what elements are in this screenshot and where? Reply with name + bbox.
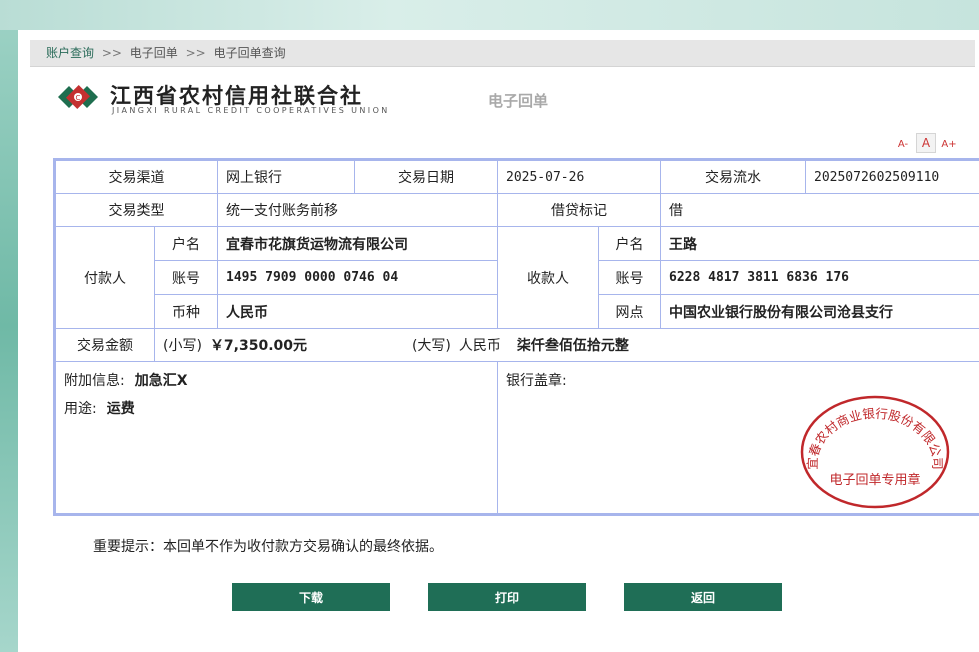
extra-info-line: 附加信息: 加急汇X (64, 370, 188, 390)
payer-label: 付款人 (55, 226, 155, 329)
svg-text:C: C (76, 94, 81, 102)
amount-row: (小写) ￥7,350.00元 (大写) 人民币 柒仟叁佰伍拾元整 (154, 328, 979, 362)
channel-label: 交易渠道 (55, 160, 218, 194)
breadcrumb-separator: >> (101, 46, 122, 60)
purpose-value: 运费 (106, 401, 135, 417)
payee-branch-label: 网点 (598, 294, 661, 329)
print-button[interactable]: 打印 (428, 583, 586, 611)
payee-label: 收款人 (497, 226, 599, 329)
type-value: 统一支付账务前移 (217, 193, 498, 227)
main-panel: 账户查询 >> 电子回单 >> 电子回单查询 C 江西省农村信用社联合社 JIA… (18, 30, 979, 652)
date-label: 交易日期 (354, 160, 498, 194)
bank-stamp-label: 银行盖章: (506, 373, 567, 389)
channel-value: 网上银行 (217, 160, 355, 194)
bank-logo: C 江西省农村信用社联合社 JIANGXI RURAL CREDIT COOPE… (56, 78, 436, 118)
breadcrumb-e-receipt: 电子回单 (129, 46, 178, 60)
seal-ring-text: 宜春农村商业银行股份有限公司 (805, 406, 945, 470)
dc-label: 借贷标记 (497, 193, 661, 227)
payer-currency-value: 人民币 (217, 294, 498, 329)
amount-small-value: ￥7,350.00元 (209, 338, 308, 354)
amount-big-currency: 人民币 (458, 338, 501, 354)
font-size-controls: A- A A+ (890, 133, 958, 154)
back-button[interactable]: 返回 (624, 583, 782, 611)
payee-account-value: 6228 4817 3811 6836 176 (660, 260, 979, 295)
dc-value: 借 (660, 193, 979, 227)
bank-seal: 宜春农村商业银行股份有限公司 电子回单专用章 (800, 395, 950, 509)
breadcrumb-e-receipt-query: 电子回单查询 (213, 46, 286, 60)
type-label: 交易类型 (55, 193, 218, 227)
logo-english-name: JIANGXI RURAL CREDIT COOPERATIVES UNION (112, 106, 390, 115)
payer-account-value: 1495 7909 0000 0746 04 (217, 260, 498, 295)
date-value: 2025-07-26 (497, 160, 661, 194)
payer-currency-label: 币种 (154, 294, 218, 329)
serial-label: 交易流水 (660, 160, 806, 194)
extra-info-value: 加急汇X (134, 373, 188, 389)
extra-info-cell: 附加信息: 加急汇X 用途: 运费 (55, 361, 498, 514)
payer-name-label: 户名 (154, 226, 218, 261)
amount-label: 交易金额 (55, 328, 155, 362)
font-increase-button[interactable]: A+ (940, 136, 958, 154)
payer-account-label: 账号 (154, 260, 218, 295)
logo-icon: C (58, 84, 98, 110)
font-decrease-button[interactable]: A- (894, 136, 912, 154)
seal-center-text: 电子回单专用章 (829, 472, 920, 488)
extra-info-label: 附加信息: (64, 373, 125, 389)
payee-account-label: 账号 (598, 260, 661, 295)
download-button[interactable]: 下载 (232, 583, 390, 611)
serial-value: 2025072602509110 (805, 160, 979, 194)
breadcrumb: 账户查询 >> 电子回单 >> 电子回单查询 (30, 40, 975, 67)
amount-big-value: 柒仟叁佰伍拾元整 (516, 338, 629, 354)
page-subtitle: 电子回单 (488, 92, 549, 110)
purpose-label: 用途: (64, 401, 97, 417)
purpose-line: 用途: 运费 (64, 398, 135, 418)
payer-name-value: 宜春市花旗货运物流有限公司 (217, 226, 498, 261)
payee-name-value: 王路 (660, 226, 979, 261)
background-left-strip (0, 0, 18, 652)
important-notice: 重要提示：本回单不作为收付款方交易确认的最终依据。 (93, 539, 443, 555)
amount-big-label: (大写) (411, 338, 451, 354)
payee-name-label: 户名 (598, 226, 661, 261)
amount-small-label: (小写) (163, 338, 202, 354)
breadcrumb-account-query[interactable]: 账户查询 (46, 46, 94, 60)
font-reset-button[interactable]: A (916, 133, 936, 153)
background-top-strip (0, 0, 979, 30)
payee-branch-value: 中国农业银行股份有限公司沧县支行 (660, 294, 979, 329)
breadcrumb-separator: >> (185, 46, 206, 60)
